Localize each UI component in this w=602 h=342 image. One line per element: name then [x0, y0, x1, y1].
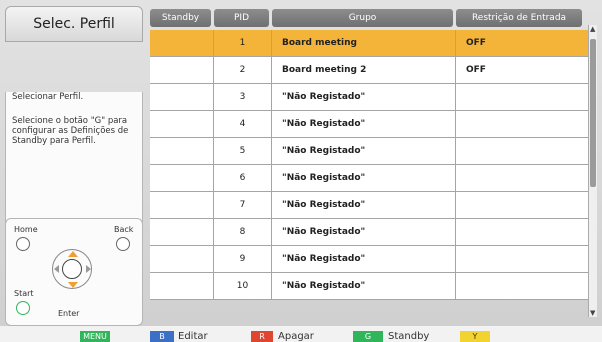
restricao-cell — [456, 138, 584, 164]
back-icon — [116, 237, 130, 251]
pid-cell: 7 — [214, 192, 272, 218]
menu-key[interactable]: MENU — [80, 331, 110, 342]
restricao-cell — [456, 273, 584, 299]
start-icon — [16, 301, 30, 315]
table-row[interactable]: 5 "Não Registado" — [150, 138, 588, 165]
panel-title: Selec. Perfil — [5, 6, 143, 42]
grupo-cell: Board meeting — [272, 30, 456, 56]
scroll-up-icon[interactable]: ▲ — [590, 25, 595, 33]
help-line-1: Selecionar Perfil. — [12, 92, 84, 102]
table-header: Standby PID Grupo Restrição de Entrada — [150, 6, 588, 30]
grupo-cell: "Não Registado" — [272, 246, 456, 272]
home-icon — [16, 237, 30, 251]
back-label: Back — [114, 225, 134, 234]
standby-cell — [150, 246, 214, 272]
table-row[interactable]: 9 "Não Registado" — [150, 246, 588, 273]
pid-cell: 2 — [214, 57, 272, 83]
b-label: Editar — [178, 331, 208, 342]
restricao-cell — [456, 165, 584, 191]
grupo-cell: "Não Registado" — [272, 165, 456, 191]
restricao-cell — [456, 246, 584, 272]
scroll-down-icon[interactable]: ▼ — [590, 309, 595, 317]
table-row[interactable]: 6 "Não Registado" — [150, 165, 588, 192]
left-arrow-icon — [54, 265, 59, 273]
table-row[interactable]: 4 "Não Registado" — [150, 111, 588, 138]
standby-cell — [150, 273, 214, 299]
header-pid: PID — [214, 9, 269, 27]
enter-icon — [62, 259, 82, 279]
restricao-cell — [456, 111, 584, 137]
pid-cell: 6 — [214, 165, 272, 191]
standby-cell — [150, 219, 214, 245]
table-row[interactable]: 1 Board meeting OFF — [150, 30, 588, 57]
grupo-cell: "Não Registado" — [272, 84, 456, 110]
g-key[interactable]: G — [353, 331, 383, 342]
grupo-cell: "Não Registado" — [272, 192, 456, 218]
scrollbar[interactable]: ▲ ▼ — [588, 25, 597, 317]
key-guide-bar: MENU B Editar R Apagar G Standby Y — [0, 326, 602, 342]
restricao-cell — [456, 84, 584, 110]
restricao-cell: OFF — [466, 38, 486, 48]
home-label: Home — [14, 225, 38, 234]
enter-label: Enter — [58, 309, 80, 318]
standby-cell — [150, 57, 214, 83]
standby-cell — [150, 84, 214, 110]
table-row[interactable]: 3 "Não Registado" — [150, 84, 588, 111]
restricao-cell — [456, 219, 584, 245]
pid-cell: 4 — [214, 111, 272, 137]
pid-cell: 8 — [214, 219, 272, 245]
pid-cell: 5 — [214, 138, 272, 164]
screen: Selec. Perfil Selecionar Perfil. Selecio… — [0, 0, 602, 342]
restricao-cell — [456, 192, 584, 218]
standby-cell — [150, 192, 214, 218]
grupo-cell: Board meeting 2 — [272, 57, 456, 83]
table-row[interactable]: 8 "Não Registado" — [150, 219, 588, 246]
header-standby: Standby — [150, 9, 211, 27]
up-arrow-icon — [68, 251, 78, 257]
table-row[interactable]: 7 "Não Registado" — [150, 192, 588, 219]
pid-cell: 9 — [214, 246, 272, 272]
g-label: Standby — [388, 331, 430, 342]
table-row[interactable]: 10 "Não Registado" — [150, 273, 588, 300]
grupo-cell: "Não Registado" — [272, 111, 456, 137]
down-arrow-icon — [68, 282, 78, 288]
remote-guide: Home Back Start Enter — [5, 218, 143, 326]
standby-cell — [150, 165, 214, 191]
dpad-icon — [52, 249, 92, 289]
profile-table: Standby PID Grupo Restrição de Entrada 1… — [150, 6, 588, 300]
standby-cell — [150, 111, 214, 137]
grupo-cell: "Não Registado" — [272, 219, 456, 245]
y-key[interactable]: Y — [460, 331, 490, 342]
help-line-2: Selecione o botão "G" para configurar as… — [12, 116, 129, 146]
standby-cell — [150, 30, 214, 56]
pid-cell: 3 — [214, 84, 272, 110]
header-grupo: Grupo — [272, 9, 453, 27]
start-label: Start — [14, 289, 34, 298]
pid-cell: 10 — [214, 273, 272, 299]
b-key[interactable]: B — [150, 331, 174, 342]
r-key[interactable]: R — [251, 331, 273, 342]
standby-cell — [150, 138, 214, 164]
left-panel: Selec. Perfil Selecionar Perfil. Selecio… — [5, 6, 143, 326]
right-arrow-icon — [86, 265, 91, 273]
table-body: 1 Board meeting OFF 2 Board meeting 2 OFF 3 "Nã… — [150, 30, 588, 300]
r-label: Apagar — [278, 331, 314, 342]
pid-cell: 1 — [214, 30, 272, 56]
table-row[interactable]: 2 Board meeting 2 OFF — [150, 57, 588, 84]
restricao-cell: OFF — [466, 65, 486, 75]
grupo-cell: "Não Registado" — [272, 138, 456, 164]
scroll-thumb[interactable] — [590, 39, 596, 187]
grupo-cell: "Não Registado" — [272, 273, 456, 299]
header-restricao: Restrição de Entrada — [456, 9, 582, 27]
